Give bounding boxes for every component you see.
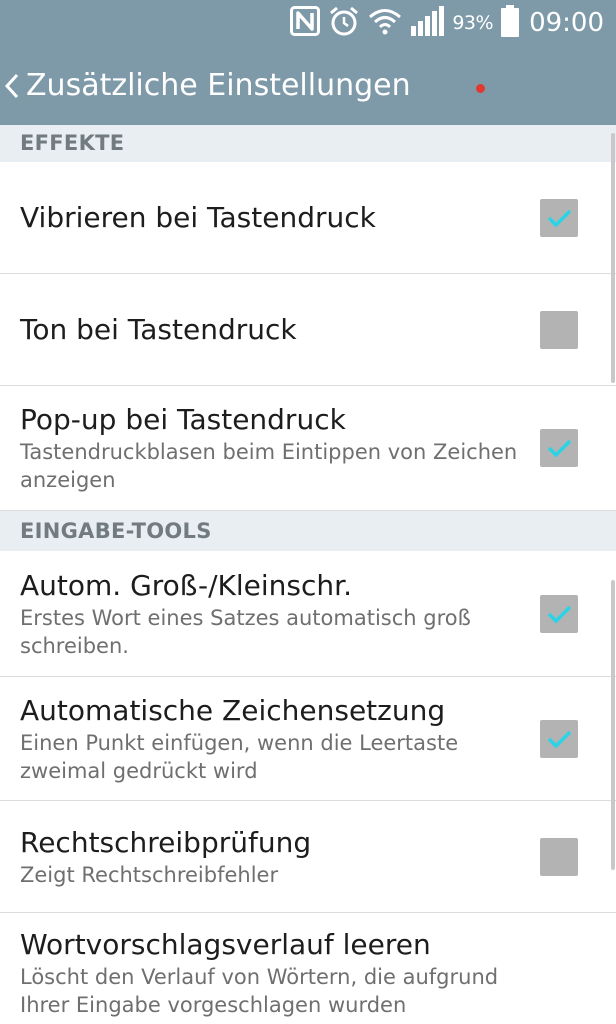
setting-title: Automatische Zeichensetzung: [20, 693, 446, 727]
checkbox-autom-gross-klein[interactable]: [540, 594, 578, 633]
setting-vibrieren[interactable]: Vibrieren bei Tastendruck: [0, 162, 616, 274]
setting-popup[interactable]: Pop-up bei Tastendruck Tastendruckblasen…: [0, 386, 616, 511]
status-bar: 93% 09:00: [0, 0, 616, 46]
checkbox-zeichensetzung[interactable]: [540, 719, 578, 758]
settings-list[interactable]: EFFEKTE Vibrieren bei Tastendruck Ton be…: [0, 125, 616, 1024]
setting-autom-gross-klein[interactable]: Autom. Groß-/Kleinschr. Erstes Wort eine…: [0, 551, 616, 677]
setting-subtitle: Einen Punkt einfügen, wenn die Leertaste…: [20, 730, 459, 783]
page-title: Zusätzliche Einstellungen: [26, 68, 411, 103]
checkmark-icon: [547, 730, 572, 748]
setting-title: Ton bei Tastendruck: [20, 312, 297, 346]
setting-title: Wortvorschlagsverlauf leeren: [20, 928, 431, 961]
checkbox-popup[interactable]: [540, 429, 578, 467]
setting-subtitle: Zeigt Rechtschreibfehler: [20, 862, 279, 887]
battery-icon: [501, 5, 520, 41]
recording-dot: [476, 84, 485, 93]
signal-icon: [410, 6, 445, 40]
setting-ton[interactable]: Ton bei Tastendruck: [0, 274, 616, 386]
setting-subtitle: Löscht den Verlauf von Wörtern, die aufg…: [20, 965, 499, 1017]
wifi-icon: [368, 7, 402, 39]
section-header-eingabe-tools: EINGABE-TOOLS: [0, 511, 616, 551]
setting-title: Autom. Groß-/Kleinschr.: [20, 568, 352, 602]
setting-title: Rechtschreibprüfung: [20, 825, 312, 859]
checkbox-ton[interactable]: [540, 310, 578, 349]
nfc-icon: [290, 6, 321, 40]
scrollbar[interactable]: [611, 133, 615, 383]
action-bar: Zusätzliche Einstellungen: [0, 46, 616, 125]
clock: 09:00: [529, 8, 604, 38]
setting-subtitle: Tastendruckblasen beim Eintippen von Zei…: [20, 440, 518, 492]
battery-percent: 93%: [452, 12, 494, 34]
checkmark-icon: [547, 605, 572, 623]
scrollbar-track-lower: [611, 580, 615, 870]
section-header-effekte: EFFEKTE: [0, 125, 616, 162]
checkmark-icon: [547, 209, 572, 227]
checkmark-icon: [547, 439, 572, 458]
checkbox-rechtschreibpruefung[interactable]: [540, 837, 578, 876]
checkbox-vibrieren[interactable]: [540, 198, 578, 237]
alarm-icon: [328, 5, 360, 41]
back-button[interactable]: Zusätzliche Einstellungen: [0, 46, 411, 125]
back-chevron-icon: [4, 73, 19, 98]
setting-title: Vibrieren bei Tastendruck: [20, 200, 376, 234]
setting-rechtschreibpruefung[interactable]: Rechtschreibprüfung Zeigt Rechtschreibfe…: [0, 801, 616, 913]
setting-subtitle: Erstes Wort eines Satzes automatisch gro…: [20, 605, 471, 658]
setting-title: Pop-up bei Tastendruck: [20, 403, 346, 436]
setting-zeichensetzung[interactable]: Automatische Zeichensetzung Einen Punkt …: [0, 677, 616, 801]
setting-wortvorschlag-leeren[interactable]: Wortvorschlagsverlauf leeren Löscht den …: [0, 913, 616, 1024]
